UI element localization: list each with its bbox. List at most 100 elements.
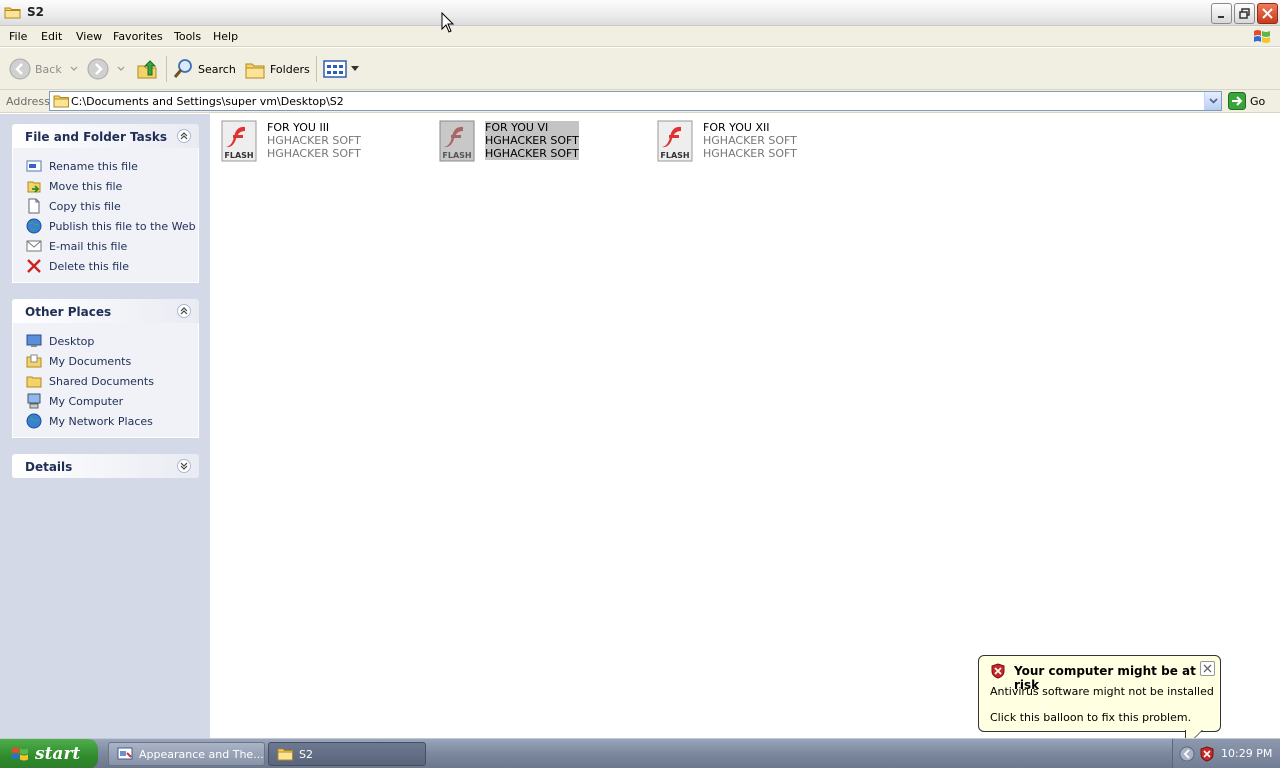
- other-places-header[interactable]: Other Places: [12, 299, 199, 323]
- panel-title: Other Places: [25, 305, 112, 319]
- collapse-chevron-icon[interactable]: [177, 304, 191, 318]
- place-my-documents[interactable]: My Documents: [13, 351, 198, 371]
- views-button[interactable]: [323, 57, 359, 81]
- security-shield-icon: [991, 663, 1005, 679]
- folder-icon: [53, 95, 69, 108]
- task-label: E-mail this file: [49, 239, 128, 253]
- address-input[interactable]: C:\Documents and Settings\super vm\Deskt…: [49, 91, 1222, 111]
- chevron-down-icon: [1208, 98, 1218, 104]
- window-title: S2: [27, 5, 44, 19]
- views-icon: [323, 60, 347, 78]
- svg-text:FLASH: FLASH: [224, 151, 253, 160]
- menu-file[interactable]: File: [9, 30, 27, 43]
- copy-icon: [26, 198, 42, 214]
- delete-icon: [26, 258, 42, 274]
- flash-file-icon: FLASH: [221, 120, 257, 162]
- file-name: FOR YOU VI: [485, 121, 579, 134]
- file-name: FOR YOU XII: [703, 121, 770, 134]
- task-rename-file[interactable]: Rename this file: [13, 156, 198, 176]
- email-icon: [26, 238, 42, 254]
- chevron-down-icon: [70, 66, 78, 71]
- menu-bar: File Edit View Favorites Tools Help: [0, 26, 1280, 47]
- start-label: start: [35, 744, 81, 764]
- place-label: My Documents: [49, 354, 132, 368]
- search-label: Search: [198, 62, 236, 76]
- file-item[interactable]: FLASH FOR YOU XII HGHACKER SOFT HGHACKER…: [657, 120, 797, 164]
- menu-edit[interactable]: Edit: [41, 30, 62, 43]
- place-shared-documents[interactable]: Shared Documents: [13, 371, 198, 391]
- task-email-file[interactable]: E-mail this file: [13, 236, 198, 256]
- security-shield-icon[interactable]: [1199, 746, 1215, 762]
- title-bar[interactable]: S2: [0, 0, 1280, 26]
- balloon-close-button[interactable]: [1200, 661, 1215, 676]
- close-button[interactable]: [1257, 3, 1278, 24]
- forward-arrow-icon: [87, 58, 109, 80]
- mouse-cursor-icon: [441, 12, 455, 33]
- security-balloon[interactable]: Your computer might be at risk Antivirus…: [978, 655, 1221, 748]
- restore-button[interactable]: [1234, 3, 1255, 24]
- task-pane: File and Folder Tasks Rename this file M…: [0, 114, 210, 738]
- menu-help[interactable]: Help: [213, 30, 238, 43]
- panel-title: Details: [25, 460, 73, 474]
- control-panel-icon: [117, 747, 133, 760]
- task-delete-file[interactable]: Delete this file: [13, 256, 198, 276]
- windows-logo-icon: [1254, 30, 1270, 43]
- panel-title: File and Folder Tasks: [25, 130, 168, 144]
- forward-button[interactable]: [87, 57, 125, 81]
- file-item[interactable]: FLASH FOR YOU III HGHACKER SOFT HGHACKER…: [221, 120, 361, 164]
- address-dropdown-button[interactable]: [1204, 92, 1221, 110]
- flash-file-icon: FLASH: [439, 120, 475, 162]
- details-header[interactable]: Details: [12, 454, 199, 478]
- go-button[interactable]: Go: [1228, 91, 1265, 111]
- expand-chevron-icon[interactable]: [177, 459, 191, 473]
- network-globe-icon: [26, 413, 42, 429]
- file-item-selected[interactable]: FLASH FOR YOU VI HGHACKER SOFT HGHACKER …: [439, 120, 579, 164]
- task-label: Publish this file to the Web: [49, 219, 196, 233]
- file-description: HGHACKER SOFT: [485, 147, 579, 160]
- task-label: Copy this file: [49, 199, 121, 213]
- taskbar-item-appearance[interactable]: Appearance and The...: [108, 742, 265, 766]
- desktop-icon: [26, 333, 42, 349]
- task-copy-file[interactable]: Copy this file: [13, 196, 198, 216]
- tray-expand-chevron-icon[interactable]: [1179, 746, 1195, 762]
- folders-icon: [245, 63, 265, 79]
- close-icon: [1203, 664, 1212, 673]
- minimize-icon: [1217, 15, 1224, 18]
- place-desktop[interactable]: Desktop: [13, 331, 198, 351]
- svg-text:FLASH: FLASH: [442, 151, 471, 160]
- task-label: Delete this file: [49, 259, 129, 273]
- balloon-action: Click this balloon to fix this problem.: [990, 711, 1192, 724]
- taskbar-item-s2[interactable]: S2: [268, 742, 426, 766]
- restore-icon: [1239, 8, 1250, 19]
- folder-icon: [4, 7, 21, 19]
- go-label: Go: [1250, 94, 1266, 108]
- folder-icon: [277, 748, 293, 761]
- up-folder-button[interactable]: [136, 57, 158, 81]
- task-move-file[interactable]: Move this file: [13, 176, 198, 196]
- place-label: My Network Places: [49, 414, 153, 428]
- place-my-computer[interactable]: My Computer: [13, 391, 198, 411]
- back-arrow-icon: [9, 58, 31, 80]
- taskbar: start Appearance and The... S2 10:29 PM: [0, 738, 1280, 768]
- place-label: Desktop: [49, 334, 95, 348]
- clock[interactable]: 10:29 PM: [1221, 747, 1272, 760]
- menu-tools[interactable]: Tools: [174, 30, 201, 43]
- search-button[interactable]: Search: [172, 57, 236, 81]
- documents-folder-icon: [26, 353, 42, 369]
- chevron-down-icon: [117, 66, 125, 71]
- file-folder-tasks-header[interactable]: File and Folder Tasks: [12, 124, 199, 148]
- windows-logo-icon: [12, 747, 28, 761]
- menu-favorites[interactable]: Favorites: [113, 30, 163, 43]
- collapse-chevron-icon[interactable]: [177, 129, 191, 143]
- start-button[interactable]: start: [0, 739, 98, 768]
- task-publish-web[interactable]: Publish this file to the Web: [13, 216, 198, 236]
- menu-view[interactable]: View: [76, 30, 102, 43]
- place-my-network-places[interactable]: My Network Places: [13, 411, 198, 431]
- back-button[interactable]: Back: [9, 57, 78, 81]
- file-company: HGHACKER SOFT: [485, 134, 579, 147]
- file-list-view[interactable]: FLASH FOR YOU III HGHACKER SOFT HGHACKER…: [210, 114, 1280, 738]
- place-label: Shared Documents: [49, 374, 154, 388]
- move-icon: [26, 178, 42, 194]
- folders-button[interactable]: Folders: [244, 57, 310, 81]
- minimize-button[interactable]: [1211, 3, 1232, 24]
